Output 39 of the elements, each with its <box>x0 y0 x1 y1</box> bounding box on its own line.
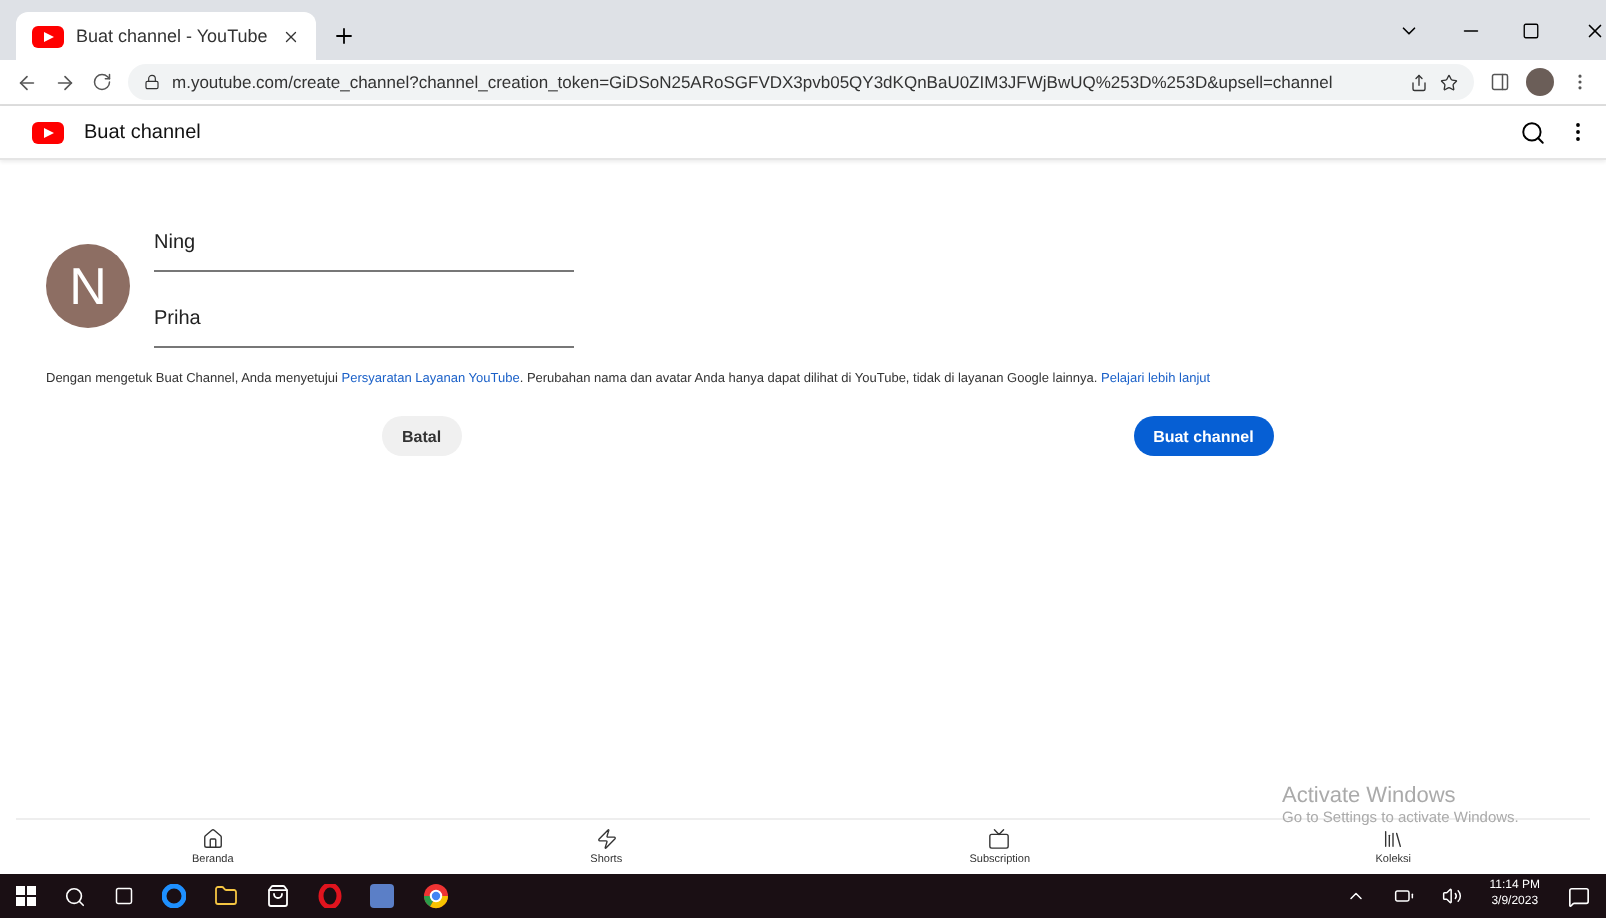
library-icon <box>1382 828 1405 850</box>
new-tab-icon[interactable] <box>332 24 356 48</box>
lock-icon[interactable] <box>144 74 160 90</box>
youtube-logo-icon <box>32 25 64 47</box>
browser-tab[interactable]: Buat channel - YouTube <box>16 12 316 60</box>
avatar: N <box>46 244 130 328</box>
folder-icon[interactable] <box>214 884 238 908</box>
shorts-icon <box>595 828 618 850</box>
notifications-icon[interactable] <box>1568 885 1590 907</box>
search-icon[interactable] <box>1520 119 1546 145</box>
chrome-icon[interactable] <box>422 882 450 910</box>
first-name-field[interactable]: Ning <box>154 224 574 272</box>
page-title: Buat channel <box>84 121 203 143</box>
reload-icon[interactable] <box>92 72 112 92</box>
url-text: m.youtube.com/create_channel?channel_creation_token=GiDSoN25ARoSGFVDX3pvb05QY3dKQnBaU0ZIM3JFWjBwUQ%253D%253D&upsell=channel <box>172 72 1333 92</box>
maximize-icon[interactable] <box>1522 22 1540 40</box>
subscriptions-icon <box>988 828 1011 850</box>
share-icon[interactable] <box>1410 73 1428 91</box>
home-icon <box>201 828 224 850</box>
create-channel-button[interactable]: Buat channel <box>1133 416 1274 456</box>
battery-icon[interactable] <box>1393 886 1414 906</box>
activation-title: Activate Windows <box>1282 784 1458 808</box>
youtube-logo-icon <box>32 121 64 143</box>
windows-start-icon[interactable] <box>16 886 36 906</box>
side-panel-icon[interactable] <box>1490 72 1510 92</box>
last-name-field[interactable]: Priha <box>154 300 574 348</box>
cancel-button[interactable]: Batal <box>382 416 462 456</box>
task-view-icon[interactable] <box>114 886 134 906</box>
search-icon[interactable] <box>64 885 86 907</box>
volume-icon[interactable] <box>1441 886 1462 906</box>
store-icon[interactable] <box>266 884 290 908</box>
star-icon[interactable] <box>1440 73 1458 91</box>
back-icon[interactable] <box>16 71 38 93</box>
opera-icon[interactable] <box>318 884 342 908</box>
close-icon[interactable] <box>282 27 300 45</box>
forward-icon[interactable] <box>54 71 76 93</box>
close-icon[interactable] <box>1584 20 1606 42</box>
profile-avatar[interactable] <box>1526 68 1554 96</box>
address-bar[interactable]: m.youtube.com/create_channel?channel_creation_token=GiDSoN25ARoSGFVDX3pvb05QY3dKQnBaU0ZIM3JFWjBwUQ%253D%253D&upsell=channel <box>128 64 1474 100</box>
